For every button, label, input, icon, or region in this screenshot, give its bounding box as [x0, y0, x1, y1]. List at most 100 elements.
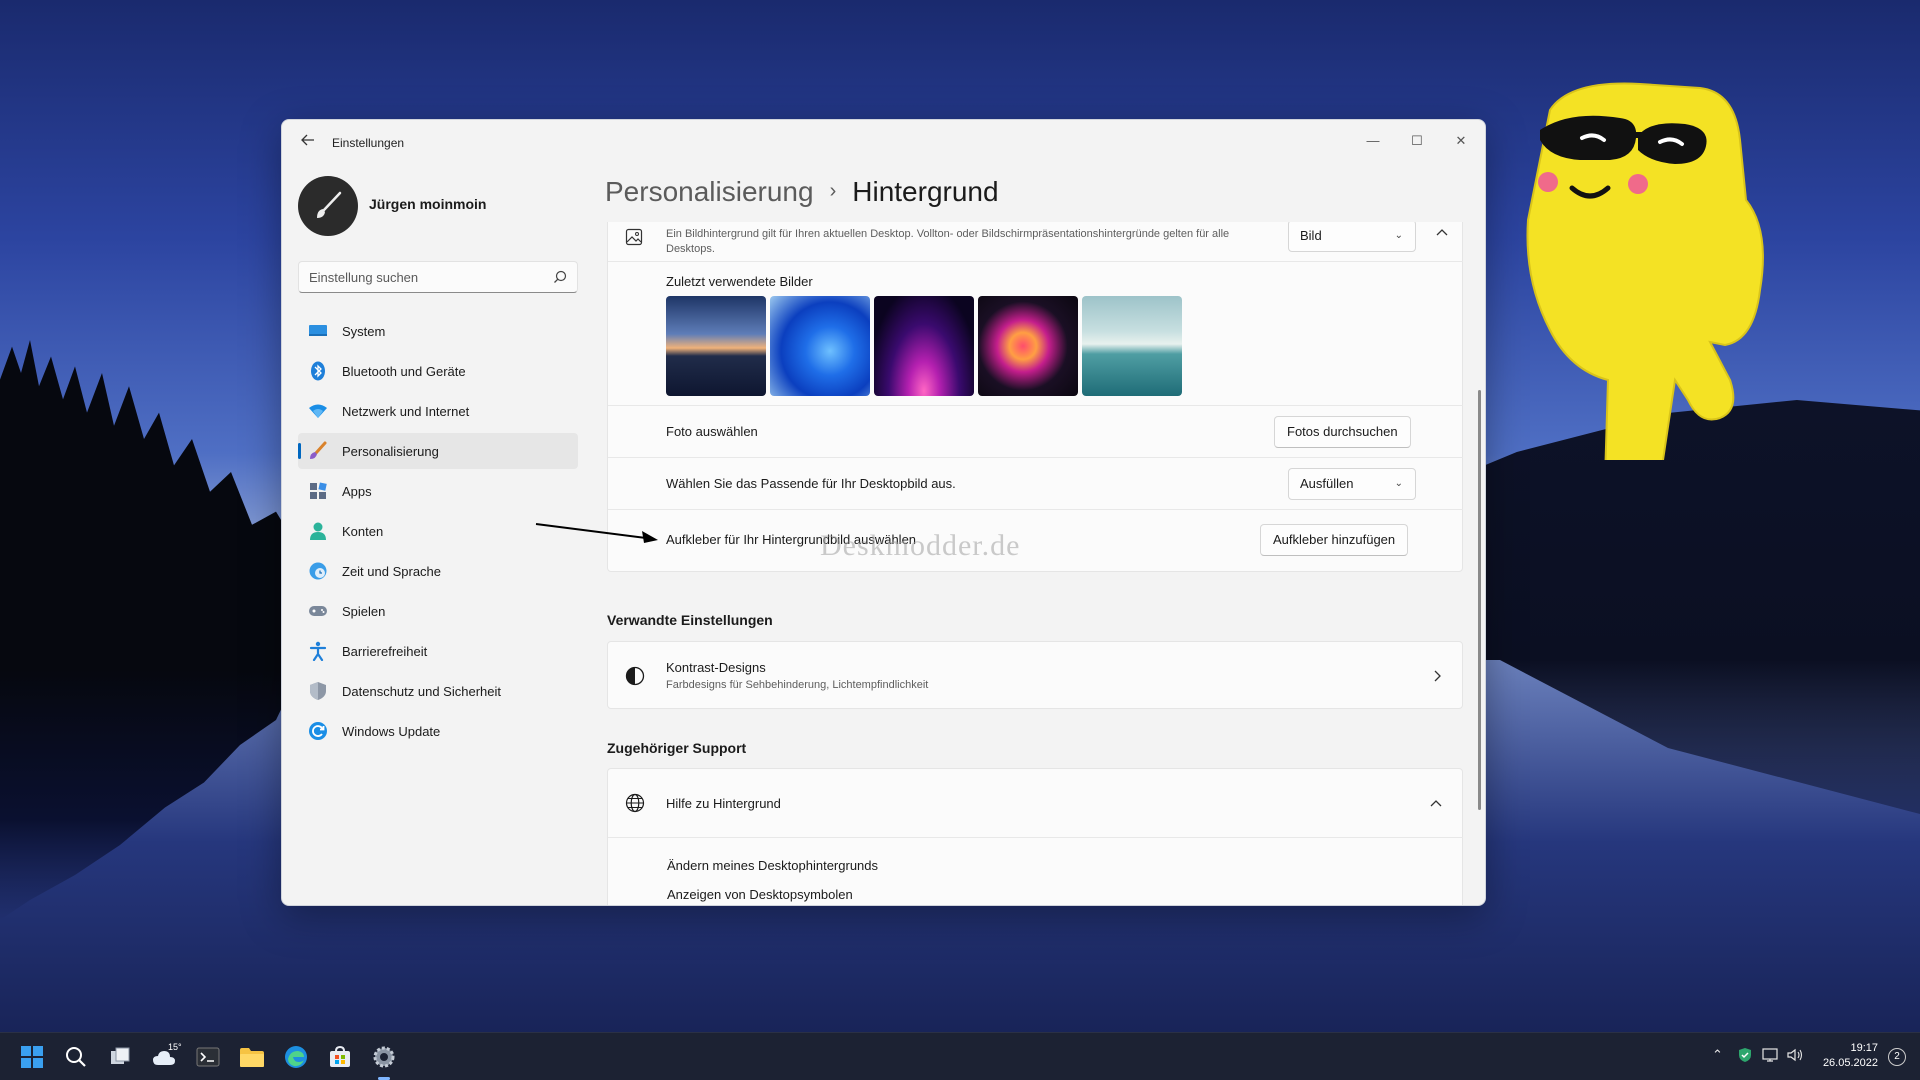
person-icon — [308, 521, 328, 541]
terminal-button[interactable] — [194, 1043, 222, 1071]
breadcrumb-parent[interactable]: Personalisierung — [605, 176, 814, 207]
taskbar-search-button[interactable] — [62, 1043, 90, 1071]
related-settings-title: Verwandte Einstellungen — [607, 612, 773, 628]
security-shield-icon[interactable] — [1737, 1047, 1753, 1063]
avatar[interactable] — [298, 176, 358, 236]
scrollbar[interactable] — [1478, 390, 1481, 810]
maximize-button[interactable]: ☐ — [1395, 128, 1439, 154]
support-title: Zugehöriger Support — [607, 740, 747, 756]
task-view-button[interactable] — [106, 1043, 134, 1071]
notification-badge[interactable]: 2 — [1888, 1048, 1906, 1066]
refresh-icon — [308, 721, 328, 741]
clock-time: 19:17 — [1850, 1042, 1878, 1054]
breadcrumb-separator: › — [829, 180, 837, 202]
contrast-description: Farbdesigns für Sehbehinderung, Lichtemp… — [666, 679, 929, 691]
browse-photos-button[interactable]: Fotos durchsuchen — [1274, 416, 1411, 448]
desktop-trees-reflection — [0, 670, 300, 920]
recent-image-1[interactable] — [666, 296, 766, 396]
help-header[interactable]: Hilfe zu Hintergrund — [608, 769, 1463, 837]
page-title: Hintergrund — [852, 176, 999, 207]
accessibility-icon — [308, 641, 328, 661]
search-box[interactable] — [298, 261, 578, 293]
app-title: Einstellungen — [332, 136, 405, 150]
recent-image-3[interactable] — [874, 296, 974, 396]
photo-row: Foto auswählen Fotos durchsuchen — [608, 405, 1463, 457]
sidebar-item-gaming[interactable]: Spielen — [298, 593, 578, 629]
desktop-lake-reflection — [1500, 660, 1920, 814]
help-links: Ändern meines Desktophintergrunds Anzeig… — [608, 837, 1463, 905]
background-card: Ein Bildhintergrund gilt für Ihren aktue… — [607, 222, 1463, 572]
bluetooth-icon — [308, 361, 328, 381]
file-explorer-button[interactable] — [238, 1043, 266, 1071]
sidebar-item-bluetooth[interactable]: Bluetooth und Geräte — [298, 353, 578, 389]
sidebar-item-network[interactable]: Netzwerk und Internet — [298, 393, 578, 429]
background-description: Ein Bildhintergrund gilt für Ihren aktue… — [666, 228, 1230, 255]
fit-row: Wählen Sie das Passende für Ihr Desktopb… — [608, 457, 1463, 509]
back-button[interactable] — [296, 132, 320, 152]
help-link-change-background[interactable]: Ändern meines Desktophintergrunds — [667, 858, 878, 873]
monitor-icon — [308, 321, 328, 341]
breadcrumb: Personalisierung › Hintergrund — [605, 176, 999, 208]
settings-button[interactable] — [370, 1043, 398, 1071]
sidebar-item-windows-update[interactable]: Windows Update — [298, 713, 578, 749]
edge-browser-icon — [285, 1046, 307, 1068]
fit-dropdown[interactable]: Ausfüllen ⌄ — [1288, 468, 1416, 500]
photo-label: Foto auswählen — [666, 424, 758, 439]
store-icon — [330, 1045, 350, 1067]
brush-icon — [308, 441, 328, 461]
settings-window: Einstellungen — ☐ ✕ Jürgen moinmoin Syst… — [281, 119, 1486, 906]
fit-label: Wählen Sie das Passende für Ihr Desktopb… — [666, 476, 956, 491]
chevron-right-icon — [1434, 670, 1441, 682]
annotation-arrow — [535, 523, 658, 543]
sidebar-item-personalization[interactable]: Personalisierung — [298, 433, 578, 469]
recent-image-4[interactable] — [978, 296, 1078, 396]
add-sticker-button[interactable]: Aufkleber hinzufügen — [1260, 524, 1409, 556]
terminal-icon — [196, 1047, 220, 1067]
close-button[interactable]: ✕ — [1439, 128, 1483, 154]
background-type-value: Bild — [1300, 228, 1322, 243]
collapse-toggle[interactable] — [1430, 225, 1454, 247]
store-button[interactable] — [326, 1043, 354, 1071]
edge-button[interactable] — [282, 1043, 310, 1071]
help-link-desktop-icons[interactable]: Anzeigen von Desktopsymbolen — [667, 887, 853, 902]
chevron-up-icon — [1436, 229, 1448, 236]
recent-image-2[interactable] — [770, 296, 870, 396]
recent-image-5[interactable] — [1082, 296, 1182, 396]
folder-icon — [240, 1048, 264, 1067]
weather-temperature: 15° — [168, 1042, 182, 1052]
tray-overflow-icon[interactable]: ⌃ — [1712, 1047, 1723, 1063]
user-name: Jürgen moinmoin — [369, 196, 487, 212]
search-input[interactable] — [299, 262, 539, 292]
fit-value: Ausfüllen — [1300, 476, 1354, 491]
background-type-dropdown[interactable]: Bild ⌄ — [1288, 222, 1416, 252]
wifi-icon — [308, 401, 328, 421]
start-button[interactable] — [18, 1043, 46, 1071]
clock[interactable]: 19:17 26.05.2022 — [1823, 1041, 1878, 1071]
sidebar-item-privacy[interactable]: Datenschutz und Sicherheit — [298, 673, 578, 709]
help-title: Hilfe zu Hintergrund — [666, 796, 781, 811]
clock-globe-icon — [308, 561, 328, 581]
desktop-sticker — [1526, 82, 1764, 460]
desktop-trees — [0, 340, 300, 670]
recent-images-title: Zuletzt verwendete Bilder — [666, 274, 813, 289]
search-icon — [554, 270, 567, 283]
contrast-themes-card[interactable]: Kontrast-Designs Farbdesigns für Sehbehi… — [607, 641, 1463, 709]
sidebar-item-apps[interactable]: Apps — [298, 473, 578, 509]
sidebar-item-time-language[interactable]: Zeit und Sprache — [298, 553, 578, 589]
main-content: Ein Bildhintergrund gilt für Ihren aktue… — [607, 222, 1463, 905]
chevron-down-icon: ⌄ — [1394, 478, 1403, 489]
help-card: Hilfe zu Hintergrund Ändern meines Deskt… — [607, 768, 1463, 905]
recent-images-row: Zuletzt verwendete Bilder — [608, 261, 1463, 405]
minimize-button[interactable]: — — [1351, 128, 1395, 154]
volume-icon[interactable] — [1786, 1047, 1804, 1063]
chevron-down-icon: ⌄ — [1394, 230, 1403, 241]
sidebar-item-accessibility[interactable]: Barrierefreiheit — [298, 633, 578, 669]
brush-avatar-icon — [317, 191, 342, 218]
watermark: Deskmodder.de — [820, 529, 1021, 562]
apps-icon — [308, 481, 328, 501]
network-icon[interactable] — [1762, 1047, 1780, 1063]
sidebar-item-system[interactable]: System — [298, 313, 578, 349]
recent-images-grid — [666, 296, 1186, 396]
gamepad-icon — [308, 601, 328, 621]
shield-icon — [308, 681, 328, 701]
